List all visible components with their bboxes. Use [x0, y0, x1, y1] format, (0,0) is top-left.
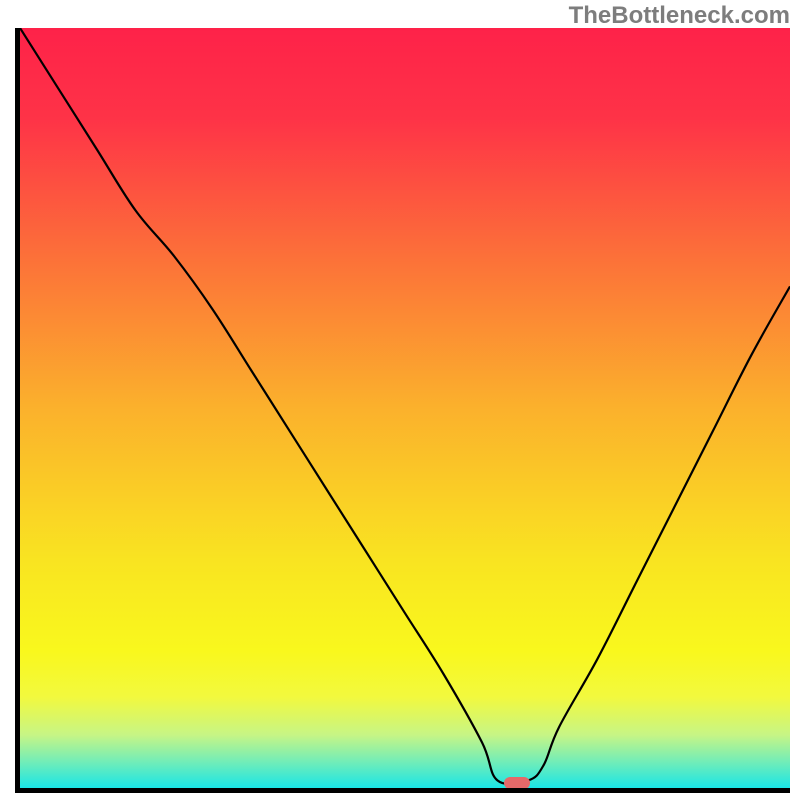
watermark-text: TheBottleneck.com [569, 2, 790, 30]
chart-container: TheBottleneck.com [0, 0, 800, 800]
minimum-marker [504, 777, 530, 789]
background-gradient [20, 28, 790, 788]
plot-area [15, 28, 790, 793]
